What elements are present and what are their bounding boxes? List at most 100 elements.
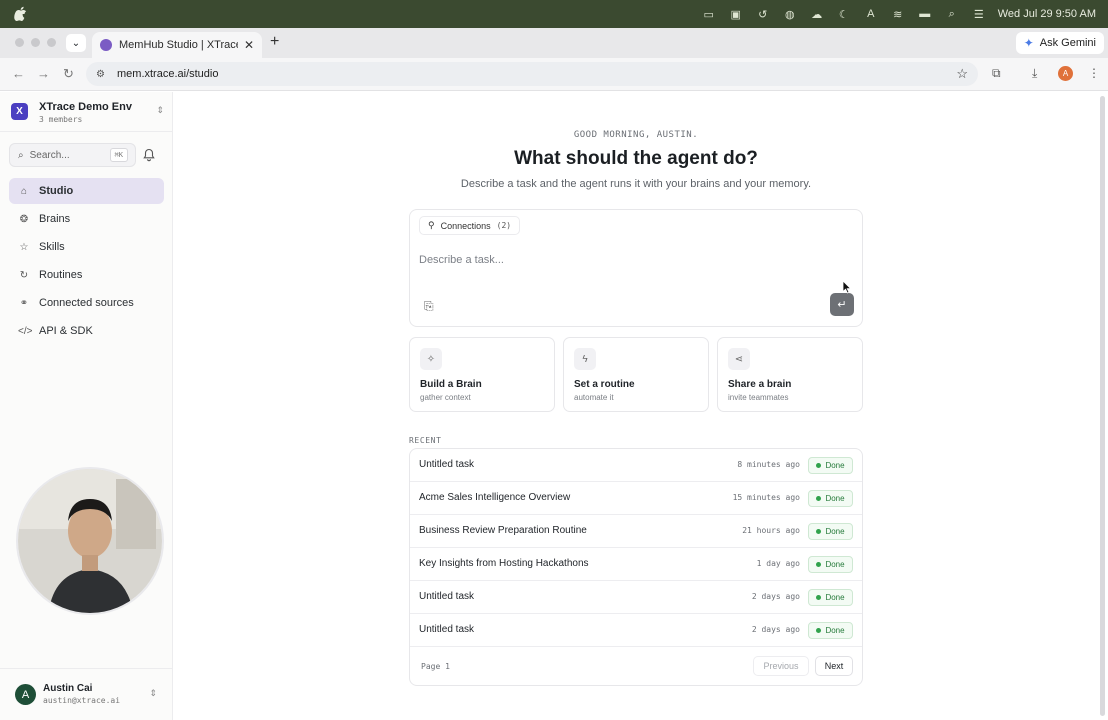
- time-machine-icon[interactable]: ↺: [755, 7, 771, 21]
- previous-button[interactable]: Previous: [753, 656, 809, 676]
- list-item[interactable]: Key Insights from Hosting Hackathons 1 d…: [410, 548, 862, 581]
- window-close-icon[interactable]: [15, 38, 24, 47]
- bolt-icon: ϟ: [574, 348, 596, 370]
- next-button[interactable]: Next: [815, 656, 853, 676]
- sidebar-item-label: API & SDK: [39, 325, 93, 337]
- apple-icon[interactable]: [14, 6, 27, 21]
- task-title: Untitled task: [419, 459, 475, 470]
- page-subtitle: Describe a task and the agent runs it wi…: [460, 178, 812, 190]
- card-subtitle: invite teammates: [728, 393, 789, 402]
- forward-icon[interactable]: →: [37, 66, 50, 81]
- menu-bar: ▭ ▣ ↺ ◍ ☁ ☾ A ≋ ▬ ⌕ ☰ Wed Jul 29 9:50 AM: [0, 0, 1108, 28]
- status-label: Done: [825, 560, 845, 569]
- card-subtitle: gather context: [420, 393, 471, 402]
- status-dot-icon: [816, 628, 822, 633]
- moon-icon[interactable]: ☾: [836, 7, 852, 21]
- webcam-overlay: [16, 467, 164, 615]
- browser-menu-icon[interactable]: ⋮: [1088, 66, 1100, 80]
- recent-tasks-list: Untitled task 8 minutes ago Done Acme Sa…: [409, 448, 863, 686]
- chevron-updown-icon: ⇕: [156, 105, 164, 115]
- status-label: Done: [825, 494, 845, 503]
- status-label: Done: [825, 461, 845, 470]
- cloud-icon[interactable]: ☁: [809, 7, 825, 21]
- ask-gemini-button[interactable]: ✦ Ask Gemini: [1015, 32, 1104, 54]
- card-title: Share a brain: [728, 379, 792, 390]
- divider: [0, 131, 172, 132]
- build-brain-card[interactable]: ✧ Build a Brain gather context: [409, 337, 555, 412]
- task-title: Untitled task: [419, 624, 475, 635]
- site-info-icon[interactable]: ⚙: [96, 69, 108, 80]
- control-center-icon[interactable]: ☰: [971, 7, 987, 21]
- color-wheel-icon[interactable]: ◍: [782, 7, 798, 21]
- close-tab-icon[interactable]: ✕: [244, 38, 254, 52]
- sidebar-item-api-sdk[interactable]: </> API & SDK: [9, 318, 164, 344]
- list-item[interactable]: Untitled task 8 minutes ago Done: [410, 449, 862, 482]
- download-icon[interactable]: ⤓: [1032, 66, 1037, 81]
- address-bar[interactable]: ⚙ mem.xtrace.ai/studio ☆: [86, 62, 978, 86]
- status-badge: Done: [808, 589, 853, 606]
- task-time: 2 days ago: [751, 625, 800, 634]
- ask-gemini-label: Ask Gemini: [1039, 37, 1096, 49]
- refresh-icon: ↻: [19, 269, 29, 281]
- plug-icon: ⚲: [428, 220, 435, 230]
- pagination: Page 1 Previous Next: [410, 649, 862, 685]
- share-brain-card[interactable]: ⋖ Share a brain invite teammates: [717, 337, 863, 412]
- list-item[interactable]: Business Review Preparation Routine 21 h…: [410, 515, 862, 548]
- sidebar-item-routines[interactable]: ↻ Routines: [9, 262, 164, 288]
- code-icon: </>: [18, 325, 33, 337]
- spotlight-icon[interactable]: ⌕: [944, 7, 960, 21]
- list-item[interactable]: Untitled task 2 days ago Done: [410, 581, 862, 614]
- search-placeholder: Search...: [29, 149, 70, 161]
- sidebar-item-brains[interactable]: ❂ Brains: [9, 206, 164, 232]
- task-input[interactable]: [419, 250, 819, 270]
- sidebar-nav: ⌂ Studio ❂ Brains ☆ Skills ↻ Routines ⚭ …: [9, 178, 164, 346]
- search-shortcut: ⌘K: [109, 148, 128, 162]
- wifi-icon[interactable]: ≋: [890, 7, 906, 21]
- window-minimize-icon[interactable]: [31, 38, 40, 47]
- set-routine-card[interactable]: ϟ Set a routine automate it: [563, 337, 709, 412]
- sidebar-item-label: Skills: [39, 241, 65, 253]
- chevron-updown-icon: ⇕: [149, 688, 157, 698]
- attachment-icon[interactable]: ⎘: [424, 299, 434, 314]
- link-icon: ⚭: [19, 297, 29, 309]
- new-tab-icon[interactable]: +: [270, 33, 279, 51]
- keyboard-input-icon[interactable]: A: [863, 7, 879, 21]
- extensions-icon[interactable]: ⧉: [992, 66, 1001, 81]
- task-title: Untitled task: [419, 591, 475, 602]
- menubar-clock[interactable]: Wed Jul 29 9:50 AM: [998, 8, 1096, 20]
- status-label: Done: [825, 527, 845, 536]
- status-badge: Done: [808, 457, 853, 474]
- search-input[interactable]: ⌕ Search... ⌘K: [9, 143, 136, 167]
- screen-mirroring-icon[interactable]: ▭: [701, 7, 717, 21]
- sidebar-item-connected-sources[interactable]: ⚭ Connected sources: [9, 290, 164, 316]
- scrollbar[interactable]: [1100, 96, 1105, 716]
- recent-section-label: RECENT: [409, 436, 442, 445]
- status-label: Done: [825, 593, 845, 602]
- task-time: 1 day ago: [756, 559, 800, 568]
- battery-icon[interactable]: ▬: [917, 7, 933, 21]
- divider: [0, 668, 172, 669]
- task-composer: ⚲ Connections (2) ⎘ ↵: [409, 209, 863, 327]
- list-item[interactable]: Acme Sales Intelligence Overview 15 minu…: [410, 482, 862, 515]
- connections-count: (2): [496, 221, 512, 230]
- bell-icon[interactable]: [142, 148, 156, 162]
- memhub-favicon-icon: [100, 39, 112, 51]
- bookmark-star-icon[interactable]: ☆: [956, 66, 968, 82]
- app-tray-icon[interactable]: ▣: [728, 7, 744, 21]
- window-zoom-icon[interactable]: [47, 38, 56, 47]
- profile-avatar[interactable]: A: [1058, 66, 1073, 81]
- sidebar-item-skills[interactable]: ☆ Skills: [9, 234, 164, 260]
- account-switcher[interactable]: A Austin Cai austin@xtrace.ai ⇕: [15, 683, 165, 708]
- submit-button[interactable]: ↵: [830, 293, 854, 316]
- tab-search-chevron-icon[interactable]: ⌄: [66, 34, 86, 52]
- task-time: 2 days ago: [751, 592, 800, 601]
- browser-tab-memhub[interactable]: MemHub Studio | XTrace Mem ✕: [92, 32, 262, 58]
- url-text: mem.xtrace.ai/studio: [117, 68, 219, 80]
- brain-icon: ❂: [19, 213, 29, 225]
- reload-icon[interactable]: ↻: [63, 66, 74, 82]
- sidebar-item-studio[interactable]: ⌂ Studio: [9, 178, 164, 204]
- workspace-switcher[interactable]: X XTrace Demo Env 3 members ⇕: [11, 101, 166, 127]
- connections-button[interactable]: ⚲ Connections (2): [419, 216, 521, 235]
- back-icon[interactable]: ←: [12, 66, 25, 81]
- list-item[interactable]: Untitled task 2 days ago Done: [410, 614, 862, 647]
